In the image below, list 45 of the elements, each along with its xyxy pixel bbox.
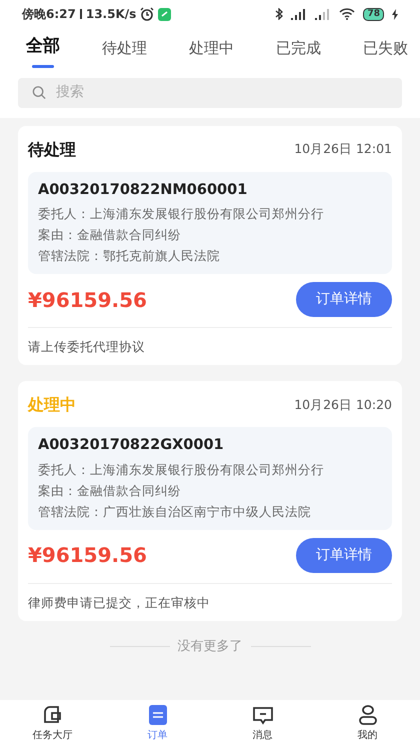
client-line: 委托人：上海浦东发展银行股份有限公司郑州分行 [38,205,325,224]
order-detail-button[interactable]: 订单详情 [296,282,392,318]
court-line: 管辖法院：广西壮族自治区南宁市中级人民法院 [38,502,312,521]
tab[interactable]: 全部 [26,32,60,70]
nav-tab[interactable]: 消息 [222,702,302,744]
order-status: 处理中 [28,394,76,416]
bluetooth-icon [275,8,284,20]
order-amount: ¥96159.56 [28,542,147,570]
app-icon [158,8,172,20]
nav-tab[interactable]: 任务大厅 [12,702,92,744]
order-note: 律师费申请已提交，正在审核中 [28,582,392,612]
order-number: A00320170822NM060001 [38,180,248,200]
status-time: 傍晚6:27 [22,6,76,23]
end-of-list-text: 没有更多了 [178,638,242,656]
charging-icon [392,8,398,20]
wifi-icon [339,8,356,20]
separator-bar [80,9,82,19]
document-icon [146,704,168,726]
search-icon [32,85,46,100]
nav-tab[interactable]: 订单 [118,702,198,744]
search-field[interactable]: 搜索 [18,78,402,108]
order-status: 待处理 [28,138,76,160]
case-cause: 案由：金融借款合同纠纷 [38,482,182,500]
network-speed: 13.5K/s [86,6,136,23]
tab[interactable]: 已失败 [363,35,408,70]
order-amount: ¥96159.56 [28,286,147,314]
tab[interactable]: 待处理 [102,35,147,70]
person-icon [356,704,378,726]
order-number: A00320170822GX0001 [38,436,225,455]
tab[interactable]: 处理中 [189,35,234,70]
order-detail-button[interactable]: 订单详情 [296,538,392,573]
battery-indicator: 78 [363,8,384,20]
case-cause: 案由：金融借款合同纠纷 [38,226,182,244]
signal-icon [291,8,308,20]
court-line: 管辖法院：鄂托克前旗人民法院 [38,247,221,266]
order-time: 10月26日 12:01 [294,140,392,158]
search-input[interactable]: 搜索 [54,81,388,104]
client-line: 委托人：上海浦东发展银行股份有限公司郑州分行 [38,460,325,479]
order-note: 请上传委托代理协议 [28,327,392,357]
signal-icon [315,8,332,20]
alarm-icon [140,7,154,21]
tab[interactable]: 已完成 [276,35,321,70]
wallet-icon [42,704,64,726]
nav-tab[interactable]: 我的 [328,702,408,744]
order-time: 10月26日 10:20 [294,396,392,414]
